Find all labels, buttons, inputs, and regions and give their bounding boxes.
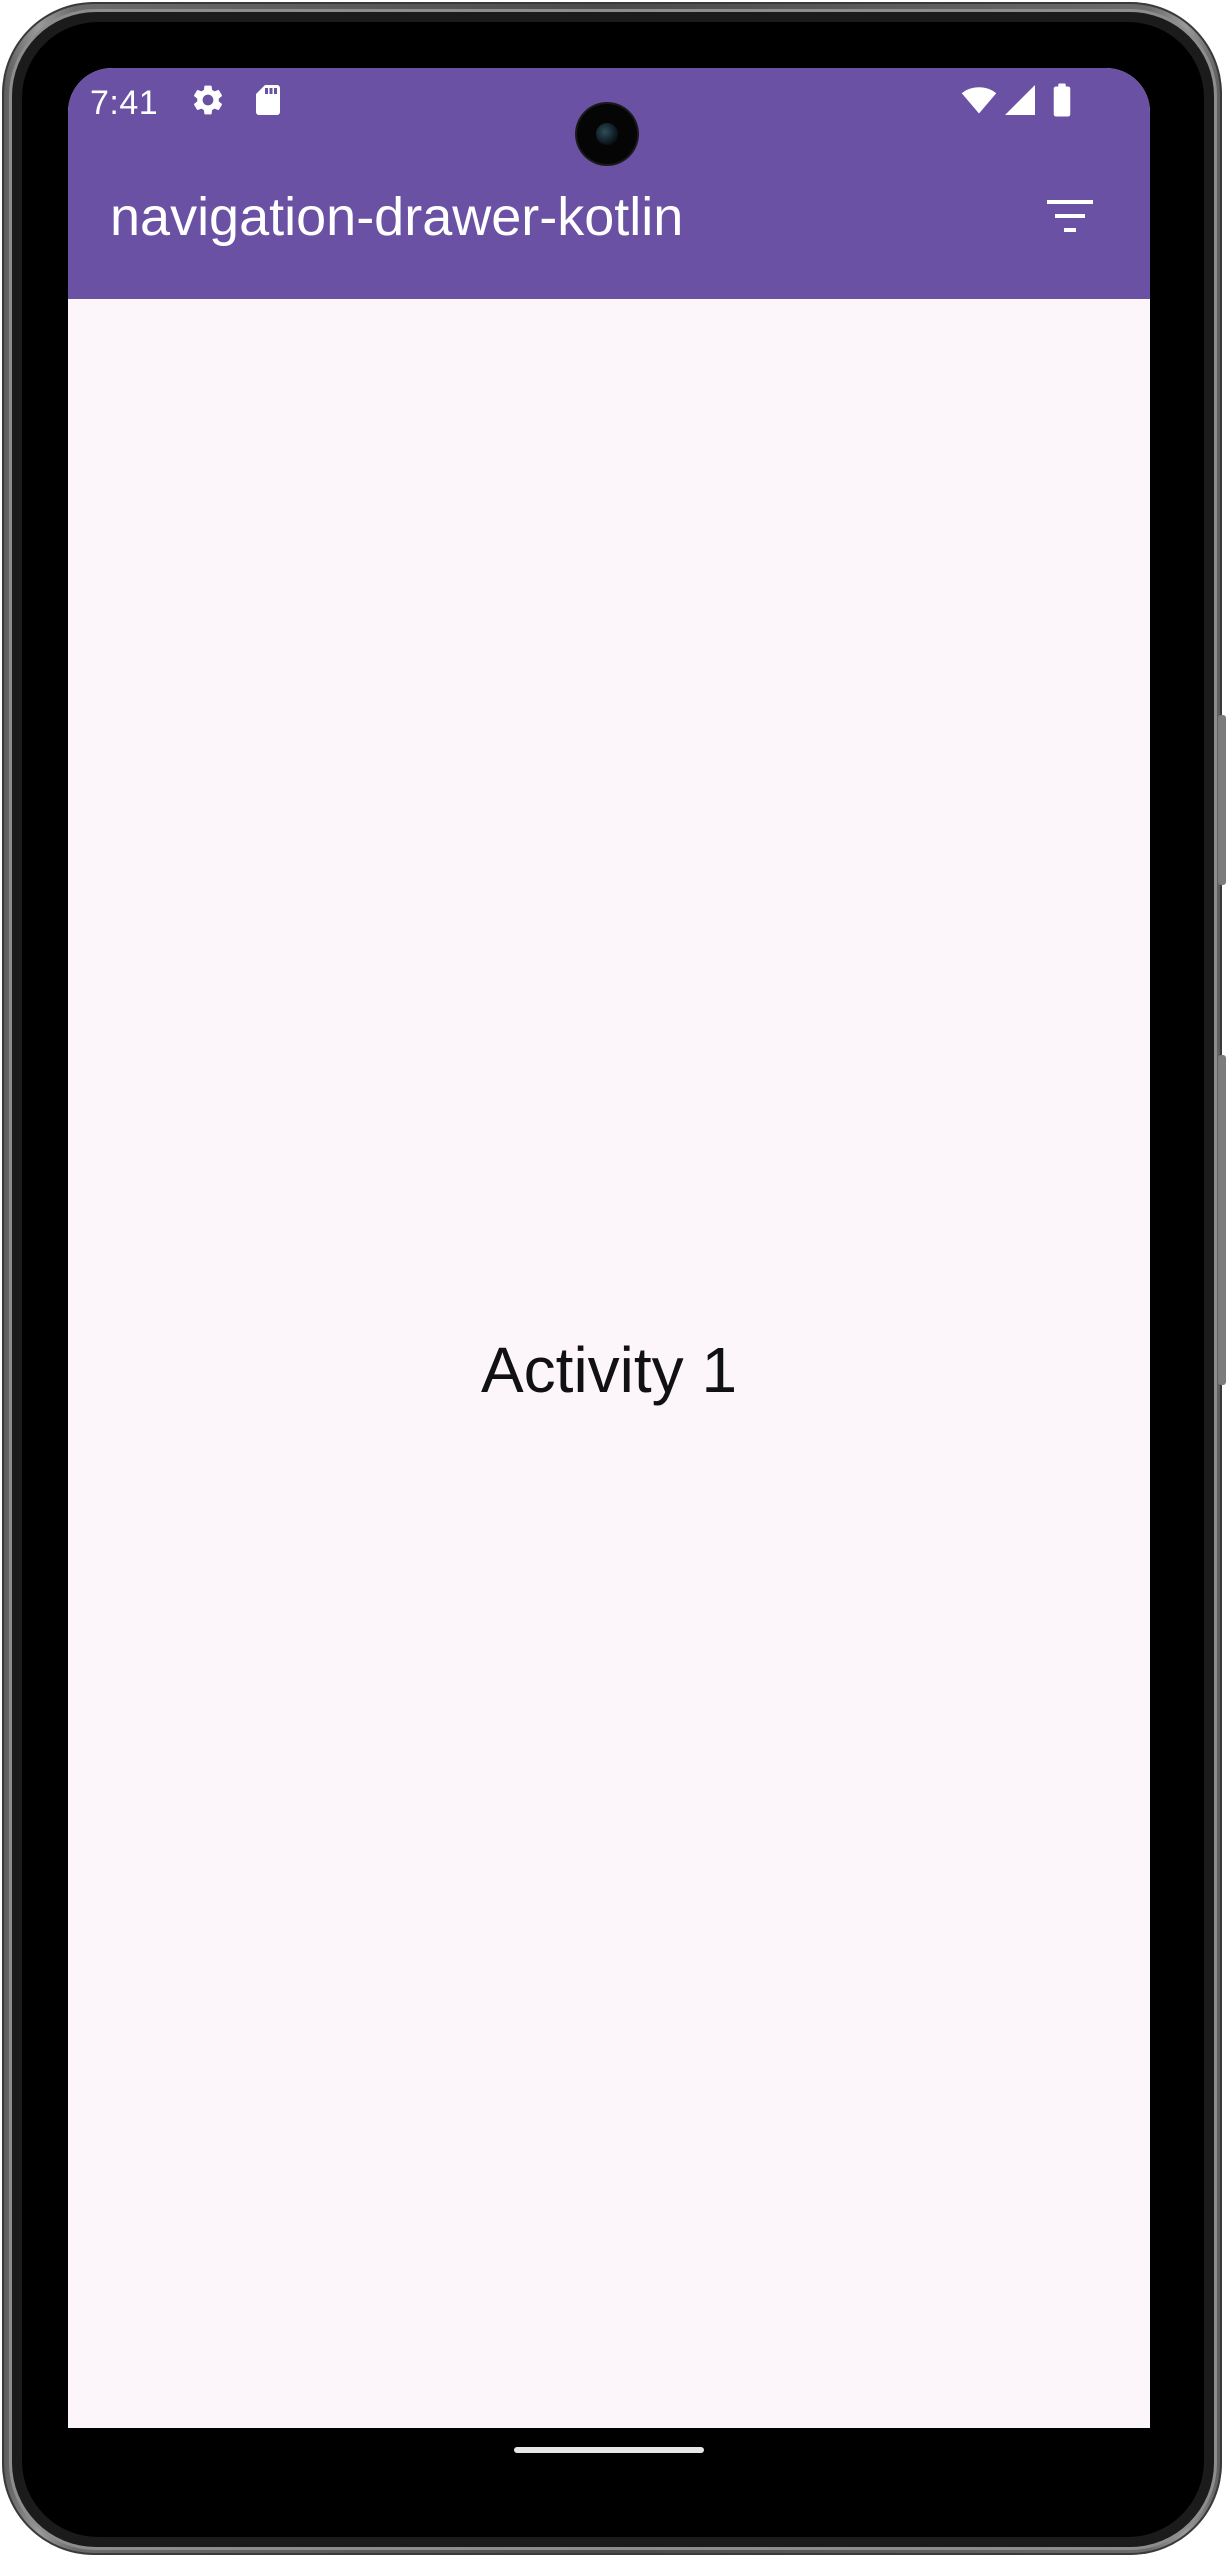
screen: 7:41 navigation-drawer-kotlin Activity 1 [68,68,1150,2428]
volume-button [1218,1055,1226,1385]
battery-icon [1050,82,1086,118]
activity-label: Activity 1 [480,1334,738,1406]
power-button [1218,715,1226,885]
phone-device: 7:41 navigation-drawer-kotlin Activity 1 [0,0,1226,2559]
app-bar: 7:41 navigation-drawer-kotlin [68,68,1150,299]
app-title: navigation-drawer-kotlin [110,187,684,247]
wifi-icon [960,82,997,118]
sd-card-icon [250,82,286,118]
front-camera [577,104,637,164]
cellular-signal-icon [1002,82,1038,118]
gear-icon [190,82,226,118]
filter-icon [1045,196,1095,241]
status-time: 7:41 [90,84,159,122]
filter-button[interactable] [1028,176,1112,260]
gesture-nav-handle[interactable] [514,2447,704,2453]
